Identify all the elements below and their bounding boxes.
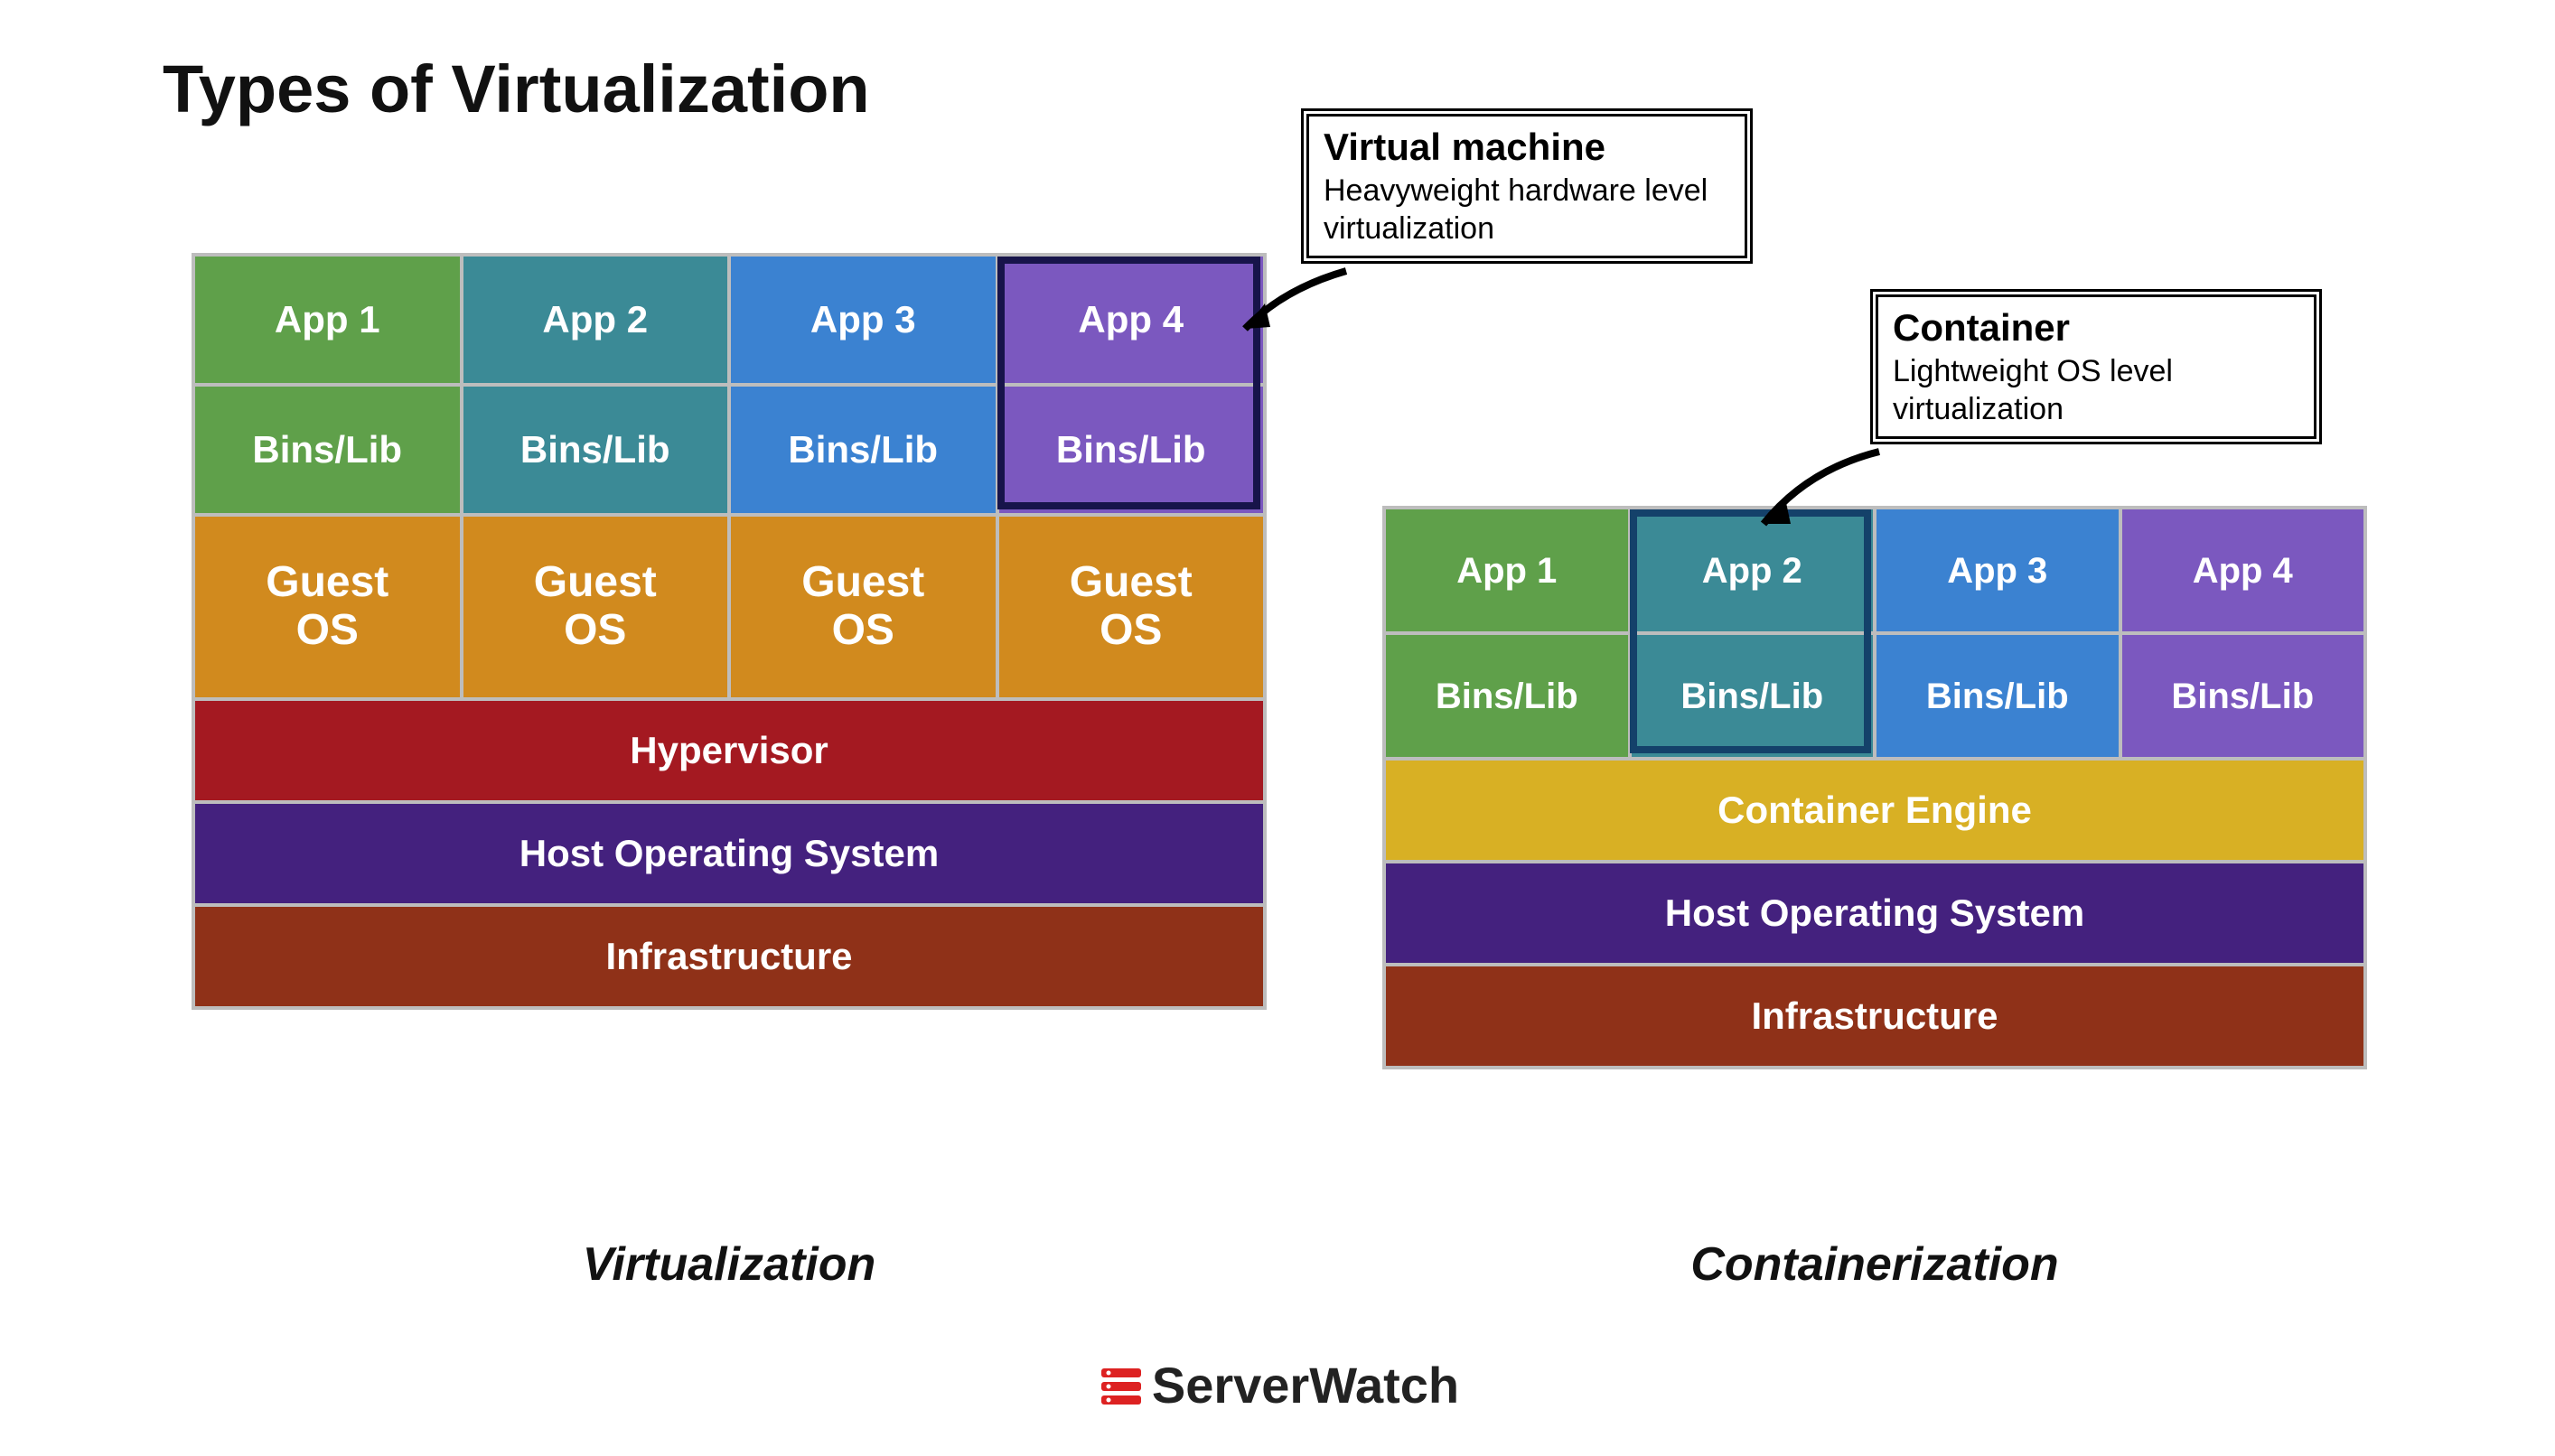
ct-bins-3: Bins/Lib	[1876, 635, 2119, 757]
brand-name: ServerWatch	[1152, 1357, 1459, 1414]
vm-host-os: Host Operating System	[195, 804, 1263, 903]
vm-guest-os-1: GuestOS	[195, 517, 460, 697]
ct-infrastructure: Infrastructure	[1386, 966, 2363, 1066]
vm-guest-os-4: GuestOS	[999, 517, 1264, 697]
ct-app-4: App 4	[2122, 509, 2364, 631]
serverwatch-logo-icon	[1096, 1361, 1146, 1420]
vm-app-2: App 2	[463, 257, 728, 383]
vm-bins-1: Bins/Lib	[195, 387, 460, 513]
ct-app-2: App 2	[1632, 509, 1874, 631]
ct-callout-title: Container	[1893, 304, 2299, 352]
ct-engine: Container Engine	[1386, 761, 2363, 860]
vm-callout: Virtual machine Heavyweight hardware lev…	[1301, 108, 1753, 264]
ct-callout: Container Lightweight OS level virtualiz…	[1870, 289, 2322, 444]
ct-bins-2: Bins/Lib	[1632, 635, 1874, 757]
page-title: Types of Virtualization	[163, 51, 870, 127]
vm-bins-2: Bins/Lib	[463, 387, 728, 513]
vm-bins-4: Bins/Lib	[999, 387, 1264, 513]
brand-logo: ServerWatch	[0, 1356, 2555, 1420]
vm-callout-subtitle: Heavyweight hardware level virtualizatio…	[1324, 172, 1730, 248]
vm-app-4: App 4	[999, 257, 1264, 383]
ct-app-3: App 3	[1876, 509, 2119, 631]
ct-bins-1: Bins/Lib	[1386, 635, 1628, 757]
ct-bins-4: Bins/Lib	[2122, 635, 2364, 757]
vm-bins-3: Bins/Lib	[731, 387, 996, 513]
vm-guest-os-2: GuestOS	[463, 517, 728, 697]
vm-callout-title: Virtual machine	[1324, 124, 1730, 172]
vm-hypervisor: Hypervisor	[195, 701, 1263, 800]
virtualization-caption: Virtualization	[192, 1237, 1267, 1292]
ct-callout-subtitle: Lightweight OS level virtualization	[1893, 352, 2299, 429]
containerization-stack: App 1 App 2 App 3 App 4 Bins/Lib Bins/Li…	[1382, 506, 2367, 1069]
vm-infrastructure: Infrastructure	[195, 907, 1263, 1006]
ct-host-os: Host Operating System	[1386, 863, 2363, 963]
ct-app-1: App 1	[1386, 509, 1628, 631]
containerization-caption: Containerization	[1382, 1237, 2367, 1292]
virtualization-stack: App 1 App 2 App 3 App 4 Bins/Lib Bins/Li…	[192, 253, 1267, 1010]
vm-guest-os-3: GuestOS	[731, 517, 996, 697]
vm-app-1: App 1	[195, 257, 460, 383]
vm-app-3: App 3	[731, 257, 996, 383]
